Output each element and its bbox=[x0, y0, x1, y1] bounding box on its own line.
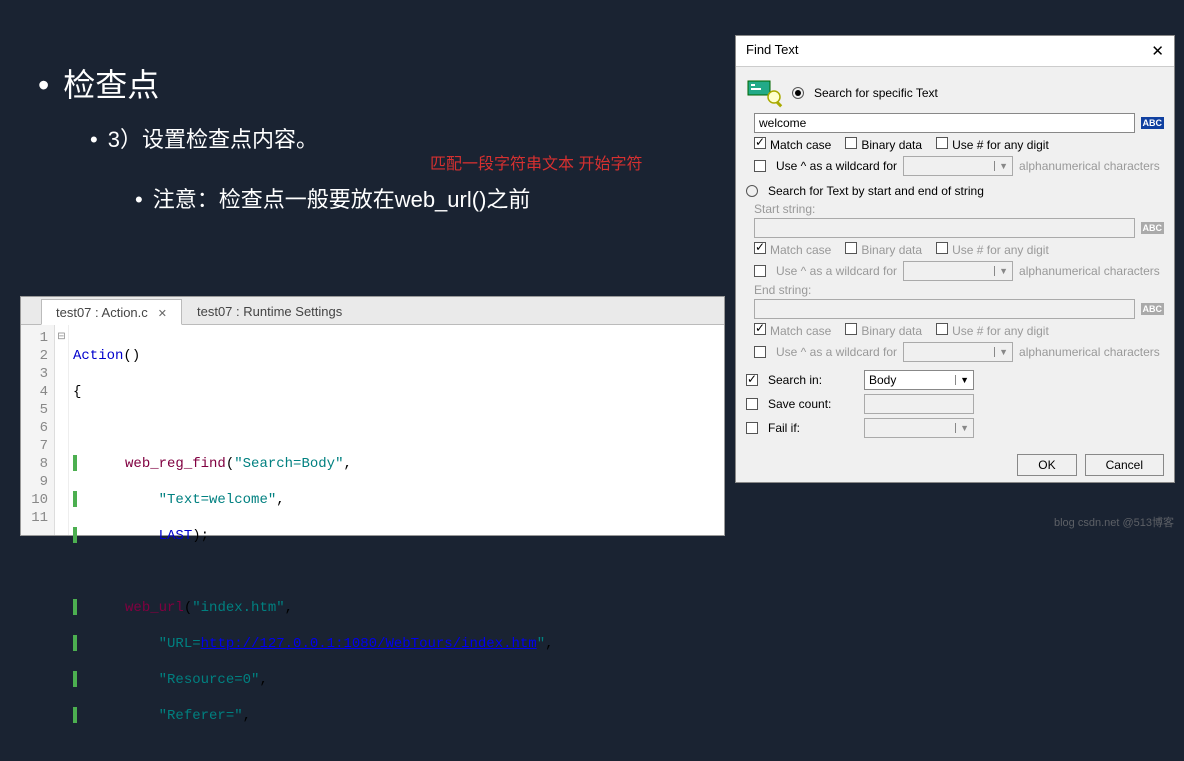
chk-savecount[interactable] bbox=[746, 398, 758, 410]
radio-start-end[interactable] bbox=[746, 185, 758, 197]
chk-wildcard[interactable] bbox=[754, 160, 766, 172]
close-icon[interactable]: ✕ bbox=[1151, 42, 1164, 60]
label-failif: Fail if: bbox=[768, 421, 858, 435]
end-string-input bbox=[754, 299, 1135, 319]
label-start-end: Search for Text by start and end of stri… bbox=[768, 184, 984, 198]
chk-binary[interactable] bbox=[845, 137, 857, 149]
failif-select: ▼ bbox=[864, 418, 974, 438]
start-string-input bbox=[754, 218, 1135, 238]
source-code[interactable]: Action() { web_reg_find("Search=Body", "… bbox=[69, 325, 724, 535]
label-searchin: Search in: bbox=[768, 373, 858, 387]
wildcard-select-2: ▼ bbox=[903, 261, 1013, 281]
chk-usehash[interactable] bbox=[936, 137, 948, 149]
tab-runtime[interactable]: test07 : Runtime Settings bbox=[182, 298, 357, 324]
slide-sub: 3）设置检查点内容。 bbox=[90, 122, 318, 154]
watermark: blog csdn.net @513博客 bbox=[1054, 514, 1174, 530]
editor-tabs: test07 : Action.c✕ test07 : Runtime Sett… bbox=[21, 297, 724, 325]
close-icon[interactable]: ✕ bbox=[158, 308, 167, 320]
slide-note: 注意：检查点一般要放在web_url()之前 bbox=[135, 182, 530, 214]
label-start-string: Start string: bbox=[754, 202, 1164, 216]
line-numbers: 123 456 789 1011 bbox=[21, 325, 55, 535]
annotation-2: 匹配一段字符串文本 开始字符 bbox=[430, 150, 642, 174]
chk-binary-3 bbox=[845, 323, 857, 335]
searchin-select[interactable]: Body▼ bbox=[864, 370, 974, 390]
cancel-button[interactable]: Cancel bbox=[1085, 454, 1164, 476]
abc-badge[interactable]: ABC bbox=[1141, 117, 1165, 129]
chk-searchin[interactable] bbox=[746, 374, 758, 386]
chk-usehash-3 bbox=[936, 323, 948, 335]
chk-wildcard-2 bbox=[754, 265, 766, 277]
label-specific-text: Search for specific Text bbox=[814, 86, 938, 100]
abc-badge-disabled: ABC bbox=[1141, 222, 1165, 234]
chk-matchcase-3 bbox=[754, 323, 766, 335]
find-icon bbox=[746, 77, 786, 109]
chk-matchcase-2 bbox=[754, 242, 766, 254]
code-editor: test07 : Action.c✕ test07 : Runtime Sett… bbox=[20, 296, 725, 536]
chk-wildcard-3 bbox=[754, 346, 766, 358]
wildcard-select-3: ▼ bbox=[903, 342, 1013, 362]
chk-failif[interactable] bbox=[746, 422, 758, 434]
dialog-title: Find Text bbox=[746, 42, 799, 60]
chk-usehash-2 bbox=[936, 242, 948, 254]
dialog-titlebar[interactable]: Find Text ✕ bbox=[736, 36, 1174, 67]
wildcard-select: ▼ bbox=[903, 156, 1013, 176]
savecount-input bbox=[864, 394, 974, 414]
find-text-dialog: Find Text ✕ Search for specific Text ABC… bbox=[735, 35, 1175, 483]
search-text-input[interactable] bbox=[754, 113, 1135, 133]
ok-button[interactable]: OK bbox=[1017, 454, 1076, 476]
chk-binary-2 bbox=[845, 242, 857, 254]
fold-column: ⊟ bbox=[55, 325, 69, 535]
slide-title: 检查点 bbox=[38, 60, 159, 106]
label-end-string: End string: bbox=[754, 283, 1164, 297]
chk-matchcase[interactable] bbox=[754, 137, 766, 149]
radio-specific-text[interactable] bbox=[792, 87, 804, 99]
tab-action[interactable]: test07 : Action.c✕ bbox=[41, 299, 182, 325]
label-savecount: Save count: bbox=[768, 397, 858, 411]
abc-badge-disabled: ABC bbox=[1141, 303, 1165, 315]
